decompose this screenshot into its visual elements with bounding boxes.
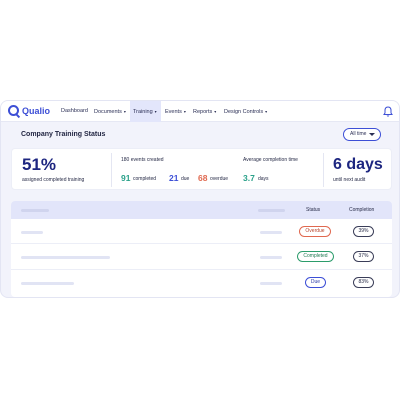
nav-item-training[interactable]: Training ▾ xyxy=(130,101,161,122)
cell-placeholder xyxy=(21,231,43,234)
training-table: Status Completion Overdue 39% Completed … xyxy=(11,201,392,297)
chevron-down-icon: ▾ xyxy=(154,109,157,114)
chevron-down-icon: ▾ xyxy=(123,109,126,114)
header-placeholder xyxy=(21,209,49,212)
completion-label: assigned completed training xyxy=(22,177,85,183)
table-row[interactable]: Completed 37% xyxy=(11,245,392,270)
nav-item-design-controls[interactable]: Design Controls ▾ xyxy=(221,101,270,122)
table-row[interactable]: Overdue 39% xyxy=(11,219,392,244)
table-header: Status Completion xyxy=(11,201,392,219)
status-badge: Completed xyxy=(297,251,334,262)
completion-badge: 83% xyxy=(353,277,374,288)
audit-countdown-value: 6 days xyxy=(333,156,383,173)
table-row[interactable]: Due 83% xyxy=(11,271,392,296)
nav-item-events[interactable]: Events ▾ xyxy=(162,101,189,122)
completion-percent: 51% xyxy=(22,155,57,174)
avg-completion-value: 3.7 xyxy=(243,173,255,183)
events-created-title: 180 events created xyxy=(121,157,164,163)
logo-icon xyxy=(8,105,19,116)
nav-item-reports[interactable]: Reports ▾ xyxy=(190,101,219,122)
header-placeholder xyxy=(258,209,285,212)
completion-badge: 37% xyxy=(353,251,374,262)
chevron-down-icon: ▾ xyxy=(214,109,217,114)
status-badge: Due xyxy=(305,277,326,288)
chevron-down-icon xyxy=(369,133,375,136)
cell-placeholder xyxy=(260,231,282,234)
divider xyxy=(111,153,112,187)
chevron-down-icon: ▾ xyxy=(183,109,186,114)
divider xyxy=(323,153,324,187)
nav-item-dashboard[interactable]: Dashboard xyxy=(58,101,91,122)
stats-card: 51% assigned completed training 180 even… xyxy=(11,148,392,190)
time-filter-label: All time xyxy=(350,131,367,137)
overdue-label: overdue xyxy=(210,175,229,182)
cell-placeholder xyxy=(260,282,282,285)
cell-placeholder xyxy=(21,282,74,285)
completion-column-header[interactable]: Completion xyxy=(349,207,374,213)
time-filter-dropdown[interactable]: All time xyxy=(343,128,381,141)
cell-placeholder xyxy=(21,256,110,259)
status-badge: Overdue xyxy=(299,226,331,237)
top-navbar: Qualio Dashboard Documents ▾ Training ▾ Ev… xyxy=(1,101,399,122)
status-column-header[interactable]: Status xyxy=(306,207,320,213)
cell-placeholder xyxy=(260,256,282,259)
due-label: due xyxy=(181,175,190,182)
nav-item-documents[interactable]: Documents ▾ xyxy=(91,101,129,122)
chevron-down-icon: ▾ xyxy=(265,109,268,114)
completion-badge: 39% xyxy=(353,226,374,237)
overdue-count: 68 xyxy=(198,173,208,183)
audit-countdown-label: until next audit xyxy=(333,177,366,183)
avg-completion-title: Average completion time xyxy=(243,157,298,163)
page-title: Company Training Status xyxy=(21,131,106,138)
brand-logo[interactable]: Qualio xyxy=(8,105,50,116)
app-window: Qualio Dashboard Documents ▾ Training ▾ Ev… xyxy=(0,100,400,298)
due-count: 21 xyxy=(169,173,179,183)
completed-count: 91 xyxy=(121,173,131,183)
avg-completion-unit: days xyxy=(258,175,269,182)
completed-label: completed xyxy=(133,175,157,182)
brand-name: Qualio xyxy=(22,105,51,116)
bell-icon[interactable] xyxy=(383,106,393,117)
